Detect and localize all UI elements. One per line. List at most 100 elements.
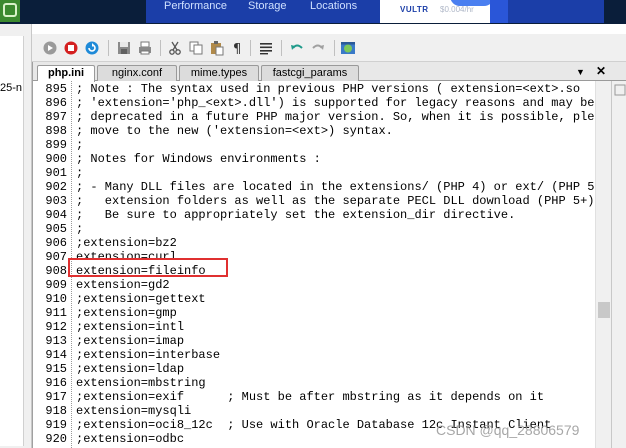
toolbar-divider (108, 40, 109, 56)
tab-fastcgi-params[interactable]: fastcgi_params (261, 65, 359, 81)
tab-nginx-conf[interactable]: nginx.conf (97, 65, 177, 81)
pilcrow-icon[interactable]: ¶ (229, 40, 245, 56)
code-line[interactable]: ;extension=exif ; Must be after mbstring… (72, 390, 596, 404)
record-icon[interactable] (42, 40, 58, 56)
code-line[interactable]: ; (72, 166, 596, 180)
line-number: 913 (33, 334, 71, 348)
tab-bar: php.ini nginx.conf mime.types fastcgi_pa… (33, 62, 626, 82)
tab-mime-types[interactable]: mime.types (179, 65, 259, 81)
code-line[interactable]: ; move to the new ('extension=<ext>) syn… (72, 124, 596, 138)
code-line[interactable]: ; Note : The syntax used in previous PHP… (72, 82, 616, 96)
ad-banner[interactable]: Performance Storage Locations VULTR $0.0… (146, 0, 604, 23)
line-number: 907 (33, 250, 71, 264)
ad-cta[interactable] (490, 0, 508, 23)
code-line-text: ; (76, 222, 84, 236)
tab-php-ini[interactable]: php.ini (37, 65, 95, 82)
code-line[interactable]: ;extension=gmp (72, 306, 596, 320)
vultr-ad[interactable]: VULTR $0.004/hr (380, 0, 508, 23)
code-line[interactable]: ;extension=interbase (72, 348, 596, 362)
redo-icon[interactable] (310, 40, 326, 56)
code-editor: php.ini nginx.conf mime.types fastcgi_pa… (32, 62, 626, 448)
ad-brand: VULTR (400, 5, 429, 14)
browser-icon[interactable] (340, 40, 356, 56)
line-number: 900 (33, 152, 71, 166)
print-icon[interactable] (137, 40, 153, 56)
line-number: 910 (33, 292, 71, 306)
close-tab-icon[interactable]: ✕ (596, 64, 606, 78)
editor-toolbar: ¶ (32, 34, 626, 62)
copy-icon[interactable] (188, 40, 204, 56)
ad-nav-storage[interactable]: Storage (248, 0, 287, 12)
code-line-text: ; deprecated in a future PHP major versi… (76, 110, 617, 124)
code-line[interactable]: ; - Many DLL files are located in the ex… (72, 180, 609, 194)
scrollbar-thumb[interactable] (598, 302, 610, 318)
toolbar-divider (160, 40, 161, 56)
code-line[interactable]: ; Notes for Windows environments : (72, 152, 596, 166)
line-number-text: 917 (45, 390, 67, 404)
code-line-text: ;extension=exif ; Must be after mbstring… (76, 390, 545, 404)
line-number: 916 (33, 376, 71, 390)
line-number: 915 (33, 362, 71, 376)
code-line-text: ;extension=gettext (76, 292, 206, 306)
toolbar-divider (281, 40, 282, 56)
line-number: 911 (33, 306, 71, 320)
line-number: 920 (33, 432, 71, 446)
code-line[interactable]: extension=mysqli (72, 404, 596, 418)
top-banner: Performance Storage Locations VULTR $0.0… (0, 0, 626, 24)
line-number: 919 (33, 418, 71, 432)
code-line[interactable]: ;extension=gettext (72, 292, 596, 306)
vertical-scrollbar[interactable] (595, 81, 611, 448)
code-line[interactable]: ; 'extension='php_<ext>.dll') is support… (72, 96, 596, 110)
line-number-text: 911 (45, 306, 67, 320)
line-number-text: 915 (45, 362, 67, 376)
code-line[interactable]: ; deprecated in a future PHP major versi… (72, 110, 616, 124)
code-line[interactable]: extension=mbstring (72, 376, 596, 390)
line-number: 908 (33, 264, 71, 278)
line-number: 906 (33, 236, 71, 250)
code-line[interactable]: ; (72, 222, 596, 236)
expand-icon[interactable] (614, 83, 626, 96)
line-number: 917 (33, 390, 71, 404)
ad-nav-locations[interactable]: Locations (310, 0, 357, 12)
tab-menu-icon[interactable]: ▼ (576, 67, 585, 77)
line-number-text: 902 (45, 180, 67, 194)
undo-icon[interactable] (289, 40, 305, 56)
code-line-text: ; Notes for Windows environments : (76, 152, 321, 166)
code-line-text: extension=mbstring (76, 376, 206, 390)
code-line-text: ; move to the new ('extension=<ext>) syn… (76, 124, 393, 138)
line-number-text: 897 (45, 110, 67, 124)
code-line[interactable]: ; (72, 138, 596, 152)
code-line[interactable]: extension=gd2 (72, 278, 596, 292)
line-number-text: 908 (45, 264, 67, 278)
left-panel-item[interactable]: 25-n (0, 82, 22, 94)
line-number-text: 905 (45, 222, 67, 236)
code-line[interactable]: ; extension folders as well as the separ… (72, 194, 602, 208)
line-number: 912 (33, 320, 71, 334)
cut-icon[interactable] (167, 40, 183, 56)
list-icon[interactable] (258, 40, 274, 56)
code-line[interactable]: ;extension=intl (72, 320, 596, 334)
code-line[interactable]: ;extension=bz2 (72, 236, 596, 250)
line-number-text: 916 (45, 376, 67, 390)
code-line-text: ; Note : The syntax used in previous PHP… (76, 82, 617, 96)
stop-icon[interactable] (63, 40, 79, 56)
ad-nav-performance[interactable]: Performance (164, 0, 227, 12)
code-line[interactable]: ;extension=ldap (72, 362, 596, 376)
red-highlight-box (68, 258, 228, 277)
refresh-icon[interactable] (84, 40, 100, 56)
code-line[interactable]: ;extension=imap (72, 334, 596, 348)
code-line-text: ; 'extension='php_<ext>.dll') is support… (76, 96, 595, 110)
save-icon[interactable] (116, 40, 132, 56)
line-number-text: 920 (45, 432, 67, 446)
code-line[interactable]: ; Be sure to appropriately set the exten… (72, 208, 596, 222)
right-side-panel (611, 81, 626, 448)
paste-icon[interactable] (209, 40, 225, 56)
line-number-text: 904 (45, 208, 67, 222)
line-number-text: 896 (45, 96, 67, 110)
line-number-text: 910 (45, 292, 67, 306)
code-line-text: extension=mysqli (76, 404, 192, 418)
app-logo-icon (0, 0, 20, 22)
code-line-text: ;extension=bz2 (76, 236, 177, 250)
line-number-text: 895 (45, 82, 67, 96)
code-line-text: ;extension=imap (76, 334, 185, 348)
